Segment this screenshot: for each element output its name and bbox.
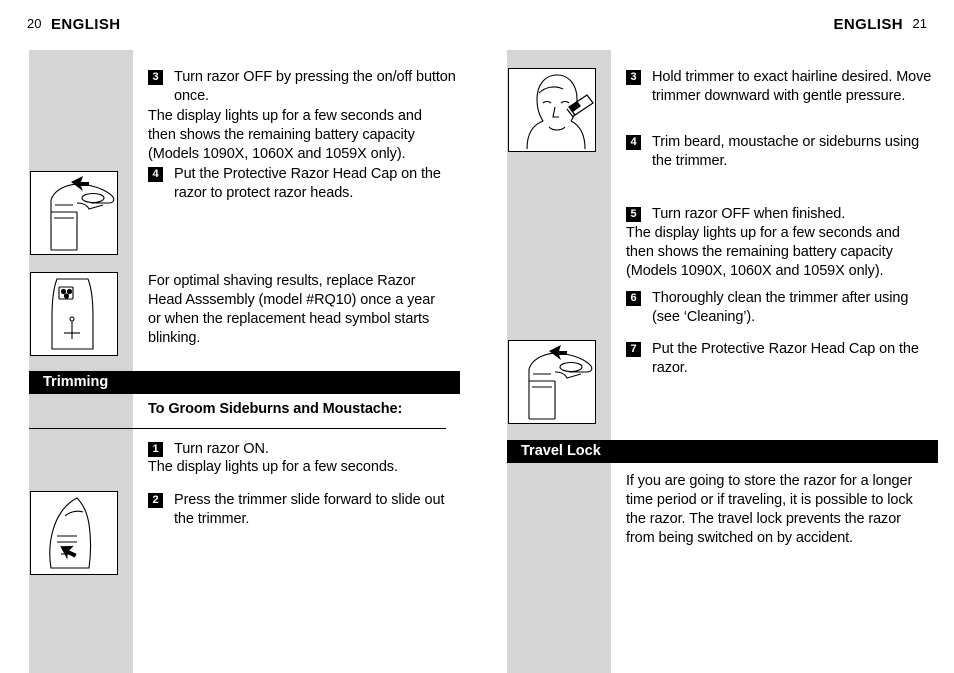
figure-razor-trimmer-slide-out <box>30 491 118 575</box>
left-figure-band <box>29 50 133 673</box>
step-number: 7 <box>626 342 641 357</box>
list-item: 7 Put the Protective Razor Head Cap on t… <box>626 340 938 378</box>
replace-head-note: For optimal shaving results, replace Raz… <box>148 273 435 346</box>
figure-razor-display-replacement-head-symbol <box>30 272 118 356</box>
list-item: 3 Turn razor OFF by pressing the on/off … <box>148 68 460 106</box>
step-number: 3 <box>626 70 641 85</box>
figure-callout-arrow <box>596 101 606 119</box>
step-number: 4 <box>148 167 163 182</box>
list-item: 1 Turn razor ON. <box>148 440 460 459</box>
figure-man-trimming-sideburn <box>508 68 596 152</box>
figure-callout-arrow <box>118 204 128 222</box>
step-text: Put the Protective Razor Head Cap on the… <box>174 166 441 201</box>
list-item: 4 Put the Protective Razor Head Cap on t… <box>148 165 460 203</box>
figure-callout-arrow <box>596 343 606 361</box>
step-text: Thoroughly clean the trimmer after using… <box>652 290 909 325</box>
step-number: 4 <box>626 135 641 150</box>
section-bar-trimming: Trimming <box>29 371 460 394</box>
section-bar-travel-lock: Travel Lock <box>507 440 938 463</box>
display-note: The display lights up for a few seconds. <box>148 459 398 475</box>
list-item: 3 Hold trimmer to exact hairline desired… <box>626 68 938 106</box>
step-text: Turn razor ON. <box>174 441 269 457</box>
step-text: Put the Protective Razor Head Cap on the… <box>652 341 919 376</box>
step-text: Trim beard, moustache or sideburns using… <box>652 134 920 169</box>
battery-capacity-note: The display lights up for a few seconds … <box>148 108 422 162</box>
list-item: 6 Thoroughly clean the trimmer after usi… <box>626 289 938 327</box>
battery-capacity-note: The display lights up for a few seconds … <box>626 225 900 279</box>
left-page-header: ENGLISH <box>51 16 121 33</box>
list-item: 2 Press the trimmer slide forward to sli… <box>148 491 460 529</box>
right-page-header: ENGLISH <box>833 16 903 33</box>
figure-razor-with-head-cap-arrow <box>30 171 118 255</box>
list-item: 4 Trim beard, moustache or sideburns usi… <box>626 133 938 171</box>
right-page-number: 21 <box>912 16 927 31</box>
left-page-number: 20 <box>27 16 42 31</box>
list-item: 5 Turn razor OFF when finished. <box>626 205 938 224</box>
step-number: 2 <box>148 493 163 508</box>
figure-razor-with-head-cap-arrow <box>508 340 596 424</box>
document-page: 20 ENGLISH ENGLISH 21 3 Turn razor OFF b… <box>0 0 954 673</box>
step-text: Hold trimmer to exact hairline desired. … <box>652 69 932 104</box>
step-number: 6 <box>626 291 641 306</box>
step-number: 3 <box>148 70 163 85</box>
step-text: Turn razor OFF by pressing the on/off bu… <box>174 69 456 104</box>
step-text: Turn razor OFF when finished. <box>652 206 846 222</box>
step-number: 1 <box>148 442 163 457</box>
figure-callout-arrow <box>118 281 128 299</box>
subheading-groom-sideburns: To Groom Sideburns and Moustache: <box>148 401 403 417</box>
travel-lock-body: If you are going to store the razor for … <box>626 473 913 546</box>
divider <box>29 428 446 429</box>
step-number: 5 <box>626 207 641 222</box>
step-text: Press the trimmer slide forward to slide… <box>174 492 445 527</box>
